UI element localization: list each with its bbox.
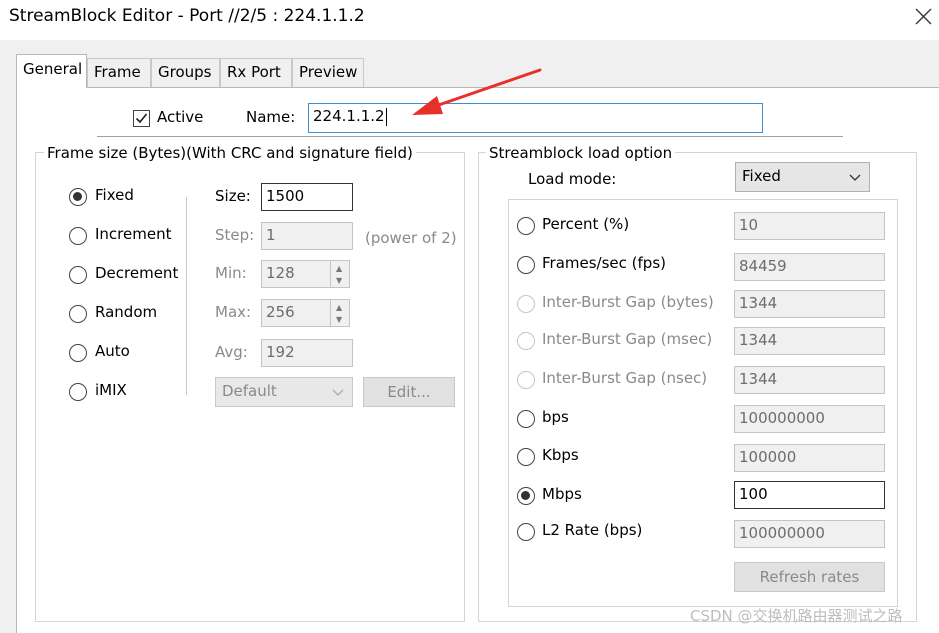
tab-general[interactable]: General — [16, 54, 87, 88]
watermark: CSDN @交换机路由器测试之路 — [690, 607, 903, 625]
annotation-arrow-icon — [412, 68, 542, 115]
